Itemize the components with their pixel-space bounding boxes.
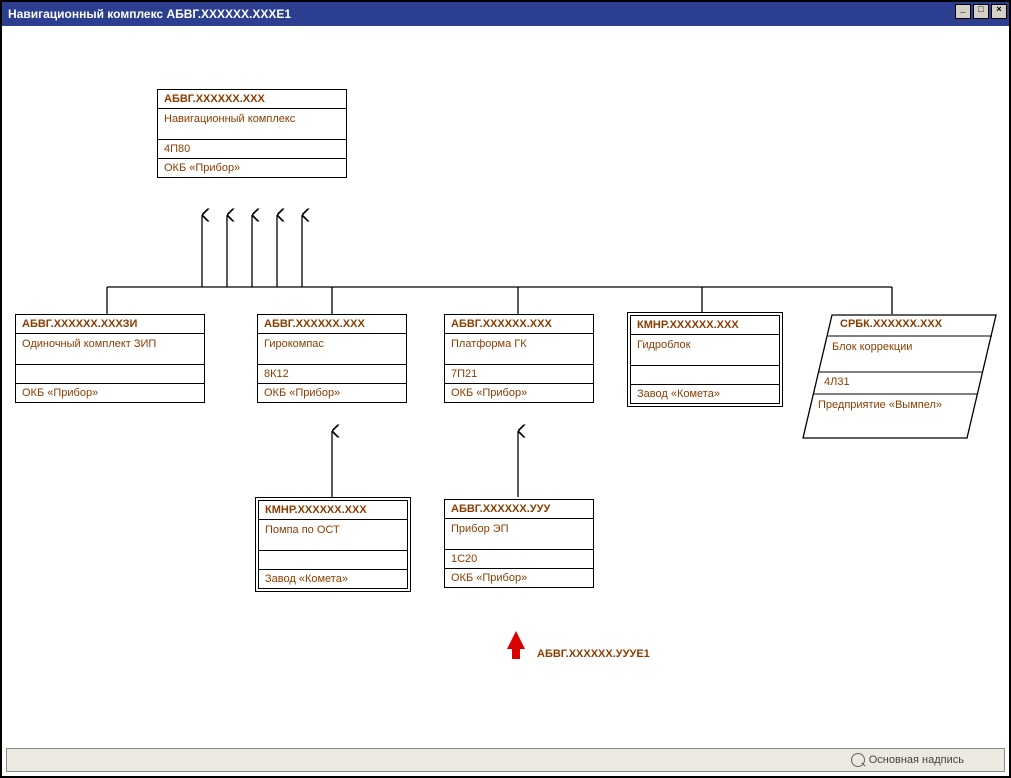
node-platform-code: АБВГ.ХХХХХХ.ХХХ [444, 314, 594, 334]
node-gyro[interactable]: АБВГ.ХХХХХХ.ХХХ Гирокомпас 8К12 ОКБ «При… [257, 314, 407, 403]
node-hydro-code: КМНР.ХХХХХХ.ХХХ [630, 315, 780, 335]
callout-label: АБВГ.ХХХХХХ.УУУЕ1 [537, 648, 650, 660]
node-gyro-serial: 8К12 [257, 364, 407, 384]
node-platform-maker: ОКБ «Прибор» [444, 383, 594, 403]
close-button[interactable]: × [991, 4, 1007, 19]
diagram-canvas: АБВГ.ХХХХХХ.ХХХ Навигационный комплекс 4… [2, 26, 1009, 756]
node-root-serial: 4П80 [157, 139, 347, 159]
node-corr[interactable]: СРБК.ХХХХХХ.ХХХ Блок коррекции 4Л31 Пред… [802, 314, 997, 439]
node-ep-serial: 1С20 [444, 549, 594, 569]
node-hydro-serial [630, 365, 780, 385]
window-buttons: _ □ × [953, 4, 1007, 19]
minimize-button[interactable]: _ [955, 4, 971, 19]
node-ep-code: АБВГ.ХХХХХХ.УУУ [444, 499, 594, 519]
callout-arrow-icon [507, 631, 525, 649]
node-pump-name: Помпа по ОСТ [258, 519, 408, 551]
titlebar: Навигационный комплекс АБВГ.ХХХХХХ.ХХХЕ1… [2, 2, 1009, 26]
node-corr-name: Блок коррекции [832, 341, 912, 353]
node-pump-code: КМНР.ХХХХХХ.ХХХ [258, 500, 408, 520]
node-hydro-maker: Завод «Комета» [630, 384, 780, 404]
node-zip[interactable]: АБВГ.ХХХХХХ.ХХХЗИ Одиночный комплект ЗИП… [15, 314, 205, 403]
node-zip-maker: ОКБ «Прибор» [15, 383, 205, 403]
statusbar: Основная надпись [6, 748, 1005, 772]
magnifier-icon[interactable] [851, 753, 865, 767]
node-gyro-code: АБВГ.ХХХХХХ.ХХХ [257, 314, 407, 334]
statusbar-text: Основная надпись [869, 754, 964, 766]
maximize-button[interactable]: □ [973, 4, 989, 19]
node-corr-code: СРБК.ХХХХХХ.ХХХ [840, 318, 942, 330]
window: Навигационный комплекс АБВГ.ХХХХХХ.ХХХЕ1… [0, 0, 1011, 778]
node-corr-serial: 4Л31 [824, 376, 850, 388]
node-platform-serial: 7П21 [444, 364, 594, 384]
node-pump-serial [258, 550, 408, 570]
node-root[interactable]: АБВГ.ХХХХХХ.ХХХ Навигационный комплекс 4… [157, 89, 347, 178]
node-hydro-name: Гидроблок [630, 334, 780, 366]
node-root-name: Навигационный комплекс [157, 108, 347, 140]
node-root-code: АБВГ.ХХХХХХ.ХХХ [157, 89, 347, 109]
node-ep-maker: ОКБ «Прибор» [444, 568, 594, 588]
node-zip-serial [15, 364, 205, 384]
node-hydro[interactable]: КМНР.ХХХХХХ.ХХХ Гидроблок Завод «Комета» [627, 312, 783, 407]
node-gyro-name: Гирокомпас [257, 333, 407, 365]
node-pump[interactable]: КМНР.ХХХХХХ.ХХХ Помпа по ОСТ Завод «Коме… [255, 497, 411, 592]
node-ep[interactable]: АБВГ.ХХХХХХ.УУУ Прибор ЭП 1С20 ОКБ «Приб… [444, 499, 594, 588]
node-root-maker: ОКБ «Прибор» [157, 158, 347, 178]
node-platform[interactable]: АБВГ.ХХХХХХ.ХХХ Платформа ГК 7П21 ОКБ «П… [444, 314, 594, 403]
node-corr-maker: Предприятие «Вымпел» [818, 399, 948, 411]
window-title: Навигационный комплекс АБВГ.ХХХХХХ.ХХХЕ1 [8, 7, 1003, 21]
node-zip-code: АБВГ.ХХХХХХ.ХХХЗИ [15, 314, 205, 334]
node-zip-name: Одиночный комплект ЗИП [15, 333, 205, 365]
node-pump-maker: Завод «Комета» [258, 569, 408, 589]
node-gyro-maker: ОКБ «Прибор» [257, 383, 407, 403]
node-platform-name: Платформа ГК [444, 333, 594, 365]
node-ep-name: Прибор ЭП [444, 518, 594, 550]
